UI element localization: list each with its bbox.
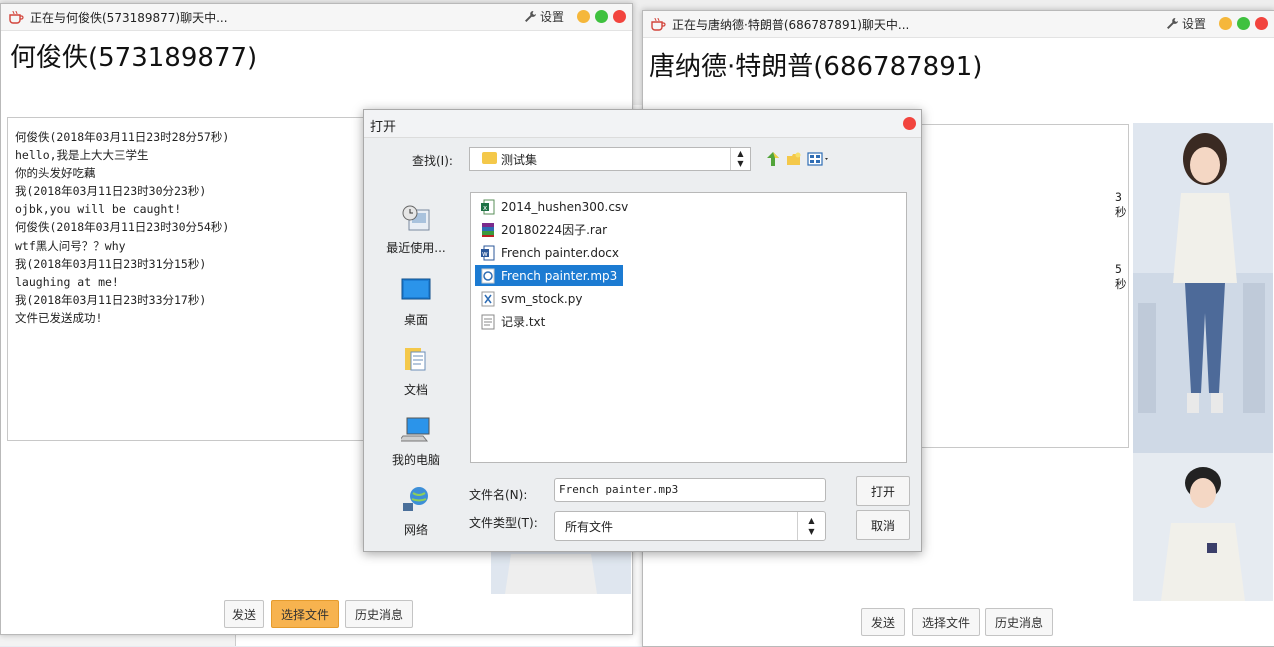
- dialog-title-bar[interactable]: 打开: [364, 110, 921, 138]
- file-name-input[interactable]: French painter.mp3: [554, 478, 826, 502]
- message-line: 何俊佚(2018年03月11日23时30分54秒): [15, 220, 230, 235]
- file-name: 2014_hushen300.csv: [501, 199, 629, 214]
- wrench-icon: [1166, 18, 1178, 29]
- winrar-icon: [482, 222, 494, 237]
- contact-name: 唐纳德·特朗普(686787891): [649, 52, 983, 82]
- file-list[interactable]: x 2014_hushen300.csv 20180224因子.rar w Fr…: [470, 192, 907, 463]
- place-recent[interactable]: 最近使用...: [375, 204, 457, 256]
- place-label: 最近使用...: [386, 241, 446, 255]
- audio-file-icon: [481, 268, 495, 283]
- wrench-icon: [524, 11, 536, 22]
- message-fragment: 5秒): [1115, 262, 1128, 291]
- text-file-icon: [481, 314, 495, 329]
- history-button[interactable]: 历史消息: [985, 608, 1053, 636]
- coffee-cup-icon: [651, 17, 666, 31]
- file-name: French painter.docx: [501, 245, 620, 260]
- send-button[interactable]: 发送: [224, 600, 264, 628]
- title-bar[interactable]: 正在与唐纳德·特朗普(686787891)聊天中... 设置: [643, 11, 1274, 38]
- dialog-close-button[interactable]: [903, 117, 916, 130]
- place-label: 我的电脑: [391, 453, 440, 467]
- look-in-select[interactable]: 测试集 ▲ ▼: [469, 147, 751, 171]
- message-line: wtf黑人问号？？why: [15, 238, 126, 253]
- place-documents[interactable]: 文档: [375, 346, 457, 398]
- file-name: French painter.mp3: [501, 268, 618, 283]
- coffee-cup-icon: [9, 10, 24, 24]
- file-item[interactable]: x 2014_hushen300.csv: [475, 196, 634, 217]
- file-name-label: 文件名(N):: [469, 488, 528, 502]
- computer-icon: [397, 417, 430, 442]
- message-line: ojbk,you will be caught!: [15, 202, 182, 217]
- desktop-icon: [401, 278, 431, 300]
- close-button[interactable]: [1255, 17, 1268, 30]
- open-file-dialog: 打开 查找(I): 测试集 ▲▼ 最近使用... 桌面 文档 我的电脑 网络: [363, 109, 922, 552]
- excel-icon: x: [481, 199, 495, 214]
- avatar-illustration: [1133, 123, 1273, 601]
- message-line: hello,我是上大大三学生: [15, 148, 149, 163]
- send-button[interactable]: 发送: [861, 608, 905, 636]
- title-bar[interactable]: 正在与何俊佚(573189877)聊天中... 设置: [1, 4, 632, 31]
- message-fragment: 3秒): [1115, 190, 1128, 219]
- cancel-button[interactable]: 取消: [856, 510, 910, 540]
- minimize-button[interactable]: [577, 10, 590, 23]
- look-in-value: 测试集: [501, 153, 538, 167]
- contact-name: 何俊佚(573189877): [10, 43, 258, 73]
- message-line: 我(2018年03月11日23时31分15秒): [15, 256, 207, 271]
- view-menu-icon[interactable]: [807, 151, 831, 167]
- new-folder-icon[interactable]: [786, 151, 802, 167]
- message-line: 文件已发送成功!: [15, 310, 103, 325]
- recent-documents-icon: [402, 205, 430, 231]
- history-button[interactable]: 历史消息: [345, 600, 413, 628]
- place-label: 桌面: [403, 313, 428, 327]
- choose-file-button[interactable]: 选择文件: [912, 608, 980, 636]
- place-label: 网络: [403, 523, 428, 537]
- spinner-arrows-icon[interactable]: ▲ ▼: [730, 148, 750, 170]
- open-button[interactable]: 打开: [856, 476, 910, 506]
- avatar-panel: [1133, 123, 1273, 601]
- spinner-arrows-icon[interactable]: ▲ ▼: [797, 512, 825, 540]
- message-line: 我(2018年03月11日23时33分17秒): [15, 292, 207, 307]
- minimize-button[interactable]: [1219, 17, 1232, 30]
- settings-button[interactable]: 设置: [524, 8, 564, 25]
- file-item[interactable]: svm_stock.py: [475, 288, 588, 309]
- maximize-button[interactable]: [1237, 17, 1250, 30]
- look-in-label: 查找(I):: [412, 154, 453, 168]
- file-name: 20180224因子.rar: [501, 223, 608, 237]
- documents-folder-icon: [405, 348, 426, 371]
- window-title: 正在与唐纳德·特朗普(686787891)聊天中...: [672, 18, 910, 32]
- settings-label: 设置: [1181, 17, 1206, 31]
- place-label: 文档: [403, 383, 428, 397]
- message-line: 何俊佚(2018年03月11日23时28分57秒): [15, 130, 230, 144]
- file-type-label: 文件类型(T):: [469, 516, 538, 530]
- message-line: laughing at me!: [15, 274, 119, 289]
- file-item[interactable]: w French painter.docx: [475, 242, 625, 263]
- up-folder-icon[interactable]: [765, 151, 781, 167]
- file-item[interactable]: 记录.txt: [475, 311, 551, 332]
- svg-text:x: x: [483, 204, 487, 212]
- file-item[interactable]: 20180224因子.rar: [475, 219, 613, 240]
- place-my-computer[interactable]: 我的电脑: [375, 416, 457, 468]
- file-name: 记录.txt: [501, 315, 546, 329]
- folder-icon: [482, 152, 497, 164]
- choose-file-button[interactable]: 选择文件: [271, 600, 339, 628]
- close-button[interactable]: [613, 10, 626, 23]
- settings-button[interactable]: 设置: [1166, 15, 1206, 32]
- place-network[interactable]: 网络: [375, 486, 457, 538]
- message-line: 你的头发好吃藕: [15, 166, 96, 181]
- message-line: 我(2018年03月11日23时30分23秒): [15, 184, 207, 199]
- word-icon: w: [481, 245, 495, 260]
- window-title: 正在与何俊佚(573189877)聊天中...: [30, 11, 228, 25]
- dialog-title: 打开: [370, 120, 397, 135]
- svg-text:w: w: [482, 250, 488, 258]
- place-desktop[interactable]: 桌面: [375, 276, 457, 328]
- settings-label: 设置: [539, 10, 564, 24]
- file-type-value: 所有文件: [565, 520, 614, 534]
- python-file-icon: [481, 291, 495, 306]
- maximize-button[interactable]: [595, 10, 608, 23]
- file-type-select[interactable]: 所有文件 ▲ ▼: [554, 511, 826, 541]
- file-item-selected[interactable]: French painter.mp3: [475, 265, 624, 286]
- file-name: svm_stock.py: [501, 291, 583, 306]
- network-globe-icon: [403, 487, 428, 511]
